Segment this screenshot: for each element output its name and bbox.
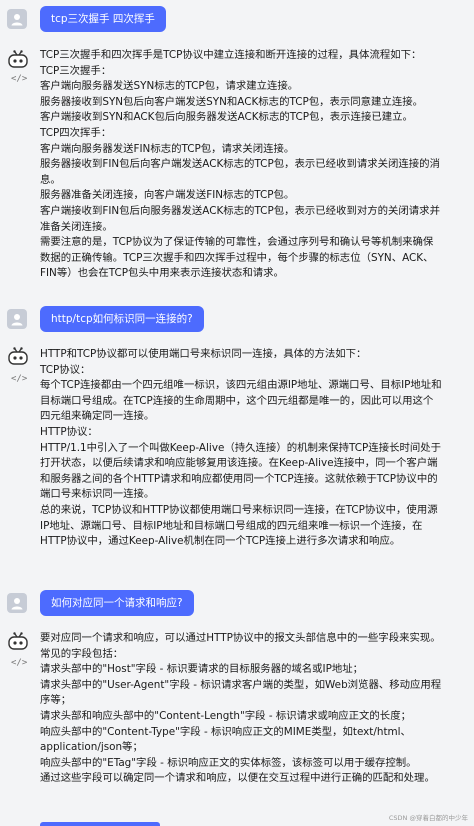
user-icon — [11, 314, 23, 326]
answer-line: 响应头部中的"Content-Type"字段 - 标识响应正文的MIME类型，如… — [40, 725, 411, 754]
answer-line: HTTP/1.1中引入了一个叫做Keep-Alive（持久连接）的机制来保持TC… — [40, 441, 442, 501]
answer-line: 需要注意的是，TCP协议为了保证传输的可靠性，会通过序列号和确认号等机制来确保数… — [40, 236, 434, 280]
answer-line: TCP三次握手和四次挥手是TCP协议中建立连接和断开连接的过程，具体流程如下： — [40, 49, 422, 61]
answer-line: TCP三次握手： — [40, 64, 112, 77]
answer-line: 响应头部中的"ETag"字段 - 标识响应正文的实体标签，该标签可以用于缓存控制… — [40, 756, 417, 769]
user-question-bubble[interactable]: 如何对应同一个请求和响应? — [40, 590, 194, 616]
answer-line: 请求头部中的"User-Agent"字段 - 标识请求客户端的类型，如Web浏览… — [40, 678, 442, 707]
answer-line: HTTP协议： — [40, 425, 98, 438]
answer-line: 客户端接收到FIN包后向服务器发送ACK标志的TCP包，表示已经收到对方的关闭请… — [40, 204, 440, 233]
user-avatar — [7, 9, 27, 29]
code-icon[interactable]: </> — [11, 658, 27, 668]
bot-icon — [8, 347, 28, 365]
code-icon[interactable]: </> — [11, 374, 27, 384]
answer-line: 客户端向服务器发送SYN标志的TCP包，请求建立连接。 — [40, 80, 299, 93]
code-icon[interactable]: </> — [11, 74, 27, 84]
answer-line: 要对应同一个请求和响应，可以通过HTTP协议中的报文头部信息中的一些字段来实现。… — [40, 632, 441, 660]
answer-line: 客户端接收到SYN和ACK包后向服务器发送ACK标志的TCP包，表示连接已建立。 — [40, 111, 413, 124]
answer-text: 要对应同一个请求和响应，可以通过HTTP协议中的报文头部信息中的一些字段来实现。… — [40, 631, 442, 787]
answer-line: 服务器接收到FIN包后向客户端发送ACK标志的TCP包，表示已经收到请求关闭连接… — [40, 158, 440, 186]
user-icon — [11, 598, 23, 610]
bot-icon — [8, 50, 28, 68]
answer-text: TCP三次握手和四次挥手是TCP协议中建立连接和断开连接的过程，具体流程如下： … — [40, 48, 442, 282]
answer-line: TCP协议： — [40, 363, 91, 376]
answer-line: 服务器准备关闭连接，向客户端发送FIN标志的TCP包。 — [40, 189, 295, 202]
answer-line: 总的来说，TCP协议和HTTP协议都使用端口号来标识同一连接，在TCP协议中，使… — [40, 503, 438, 548]
answer-line: 请求头部和响应头部中的"Content-Length"字段 - 标识请求或响应正… — [40, 709, 411, 722]
watermark: CSDN @穿着白都的中少年 — [388, 814, 468, 822]
answer-line: 请求头部中的"Host"字段 - 标识要请求的目标服务器的域名或IP地址； — [40, 663, 364, 676]
answer-line: HTTP和TCP协议都可以使用端口号来标识同一连接，具体的方法如下： — [40, 348, 367, 360]
answer-line: 客户端向服务器发送FIN标志的TCP包，请求关闭连接。 — [40, 142, 295, 155]
answer-line: 服务器接收到SYN包后向客户端发送SYN和ACK标志的TCP包，表示同意建立连接… — [40, 95, 424, 108]
user-question-bubble[interactable]: http/tcp如何标识同一连接的? — [40, 306, 204, 332]
answer-line: 每个TCP连接都由一个四元组唯一标识，该四元组由源IP地址、源端口号、目标IP地… — [40, 379, 442, 423]
answer-text: HTTP和TCP协议都可以使用端口号来标识同一连接，具体的方法如下： TCP协议… — [40, 347, 442, 550]
bot-icon — [8, 632, 28, 650]
answer-line: TCP四次挥手： — [40, 126, 112, 139]
user-icon — [11, 14, 23, 26]
user-question-bubble[interactable]: tcp三次握手 四次挥手 — [40, 6, 166, 32]
answer-line: 通过这些字段可以确定同一个请求和响应，以便在交互过程中进行正确的匹配和处理。 — [40, 772, 435, 785]
next-question-bubble-partial[interactable] — [40, 822, 160, 826]
user-avatar — [7, 309, 27, 329]
user-avatar — [7, 593, 27, 613]
